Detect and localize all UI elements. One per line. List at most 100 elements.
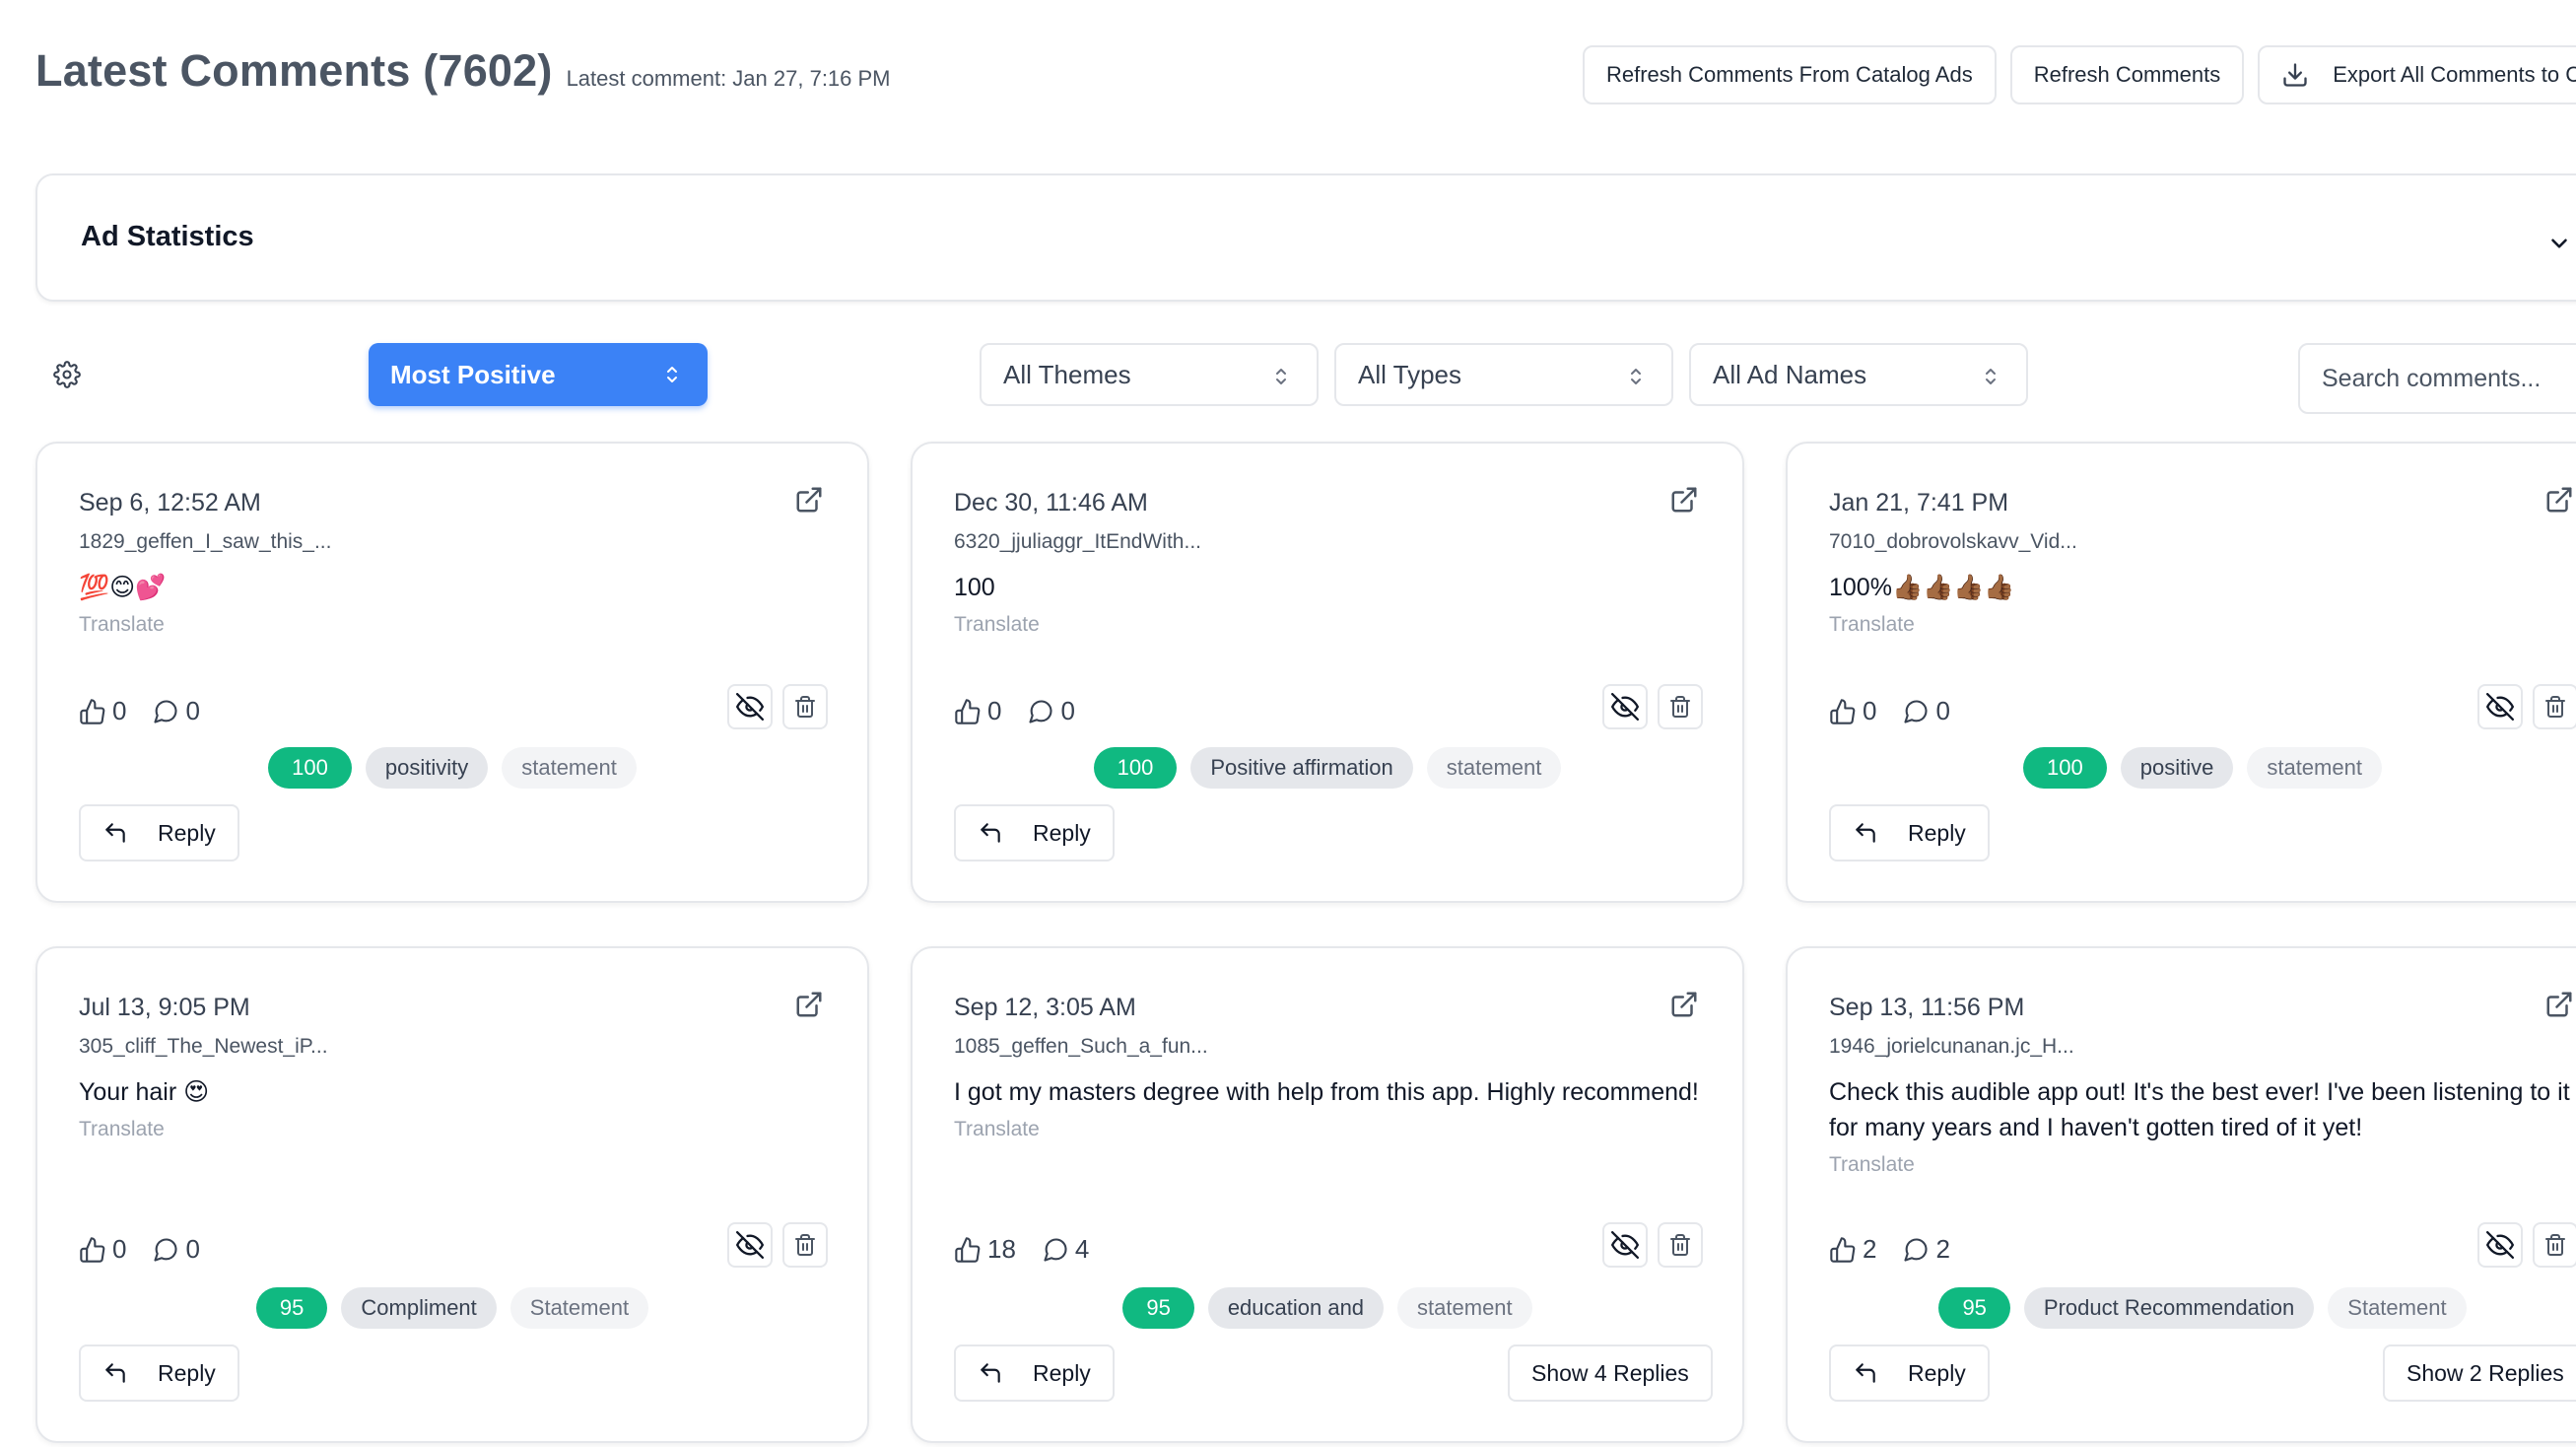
reply-arrow-icon <box>1856 1363 1875 1383</box>
show-replies-button[interactable]: Show 2 Replies <box>2383 1344 2576 1402</box>
thumbs-up-icon[interactable] <box>954 1236 982 1264</box>
types-select[interactable]: All Types <box>1334 343 1673 406</box>
sort-select[interactable]: Most Positive <box>369 343 708 406</box>
thumbs-up-icon[interactable] <box>79 698 106 725</box>
themes-select-value: All Themes <box>1003 359 1131 389</box>
comment-count: 0 <box>185 696 200 725</box>
comment-text: 100%👍🏾👍🏾👍🏾👍🏾 <box>1829 574 2015 601</box>
theme-tag: Positive affirmation <box>1190 747 1413 789</box>
delete-comment-button[interactable] <box>1658 684 1703 729</box>
reply-button[interactable]: Reply <box>1829 804 1990 861</box>
reply-button[interactable]: Reply <box>79 1344 239 1402</box>
show-replies-label: Show 2 Replies <box>2407 1359 2564 1386</box>
hide-comment-button[interactable] <box>2477 684 2523 729</box>
comment-card: Jul 13, 9:05 PM 305_cliff_The_Newest_iP.… <box>35 946 869 1443</box>
hide-comment-button[interactable] <box>1602 684 1648 729</box>
trash-icon <box>1670 696 1690 718</box>
chevron-down-icon[interactable] <box>2546 231 2572 256</box>
reply-arrow-icon <box>981 823 1000 843</box>
reply-button[interactable]: Reply <box>79 804 239 861</box>
thumbs-up-icon[interactable] <box>954 698 982 725</box>
show-replies-button[interactable]: Show 4 Replies <box>1508 1344 1713 1402</box>
reply-label: Reply <box>1908 1359 1966 1386</box>
trash-icon <box>1670 1234 1690 1256</box>
type-tag: statement <box>502 747 637 789</box>
translate-link[interactable]: Translate <box>1829 1147 2576 1183</box>
reply-button[interactable]: Reply <box>954 1344 1115 1402</box>
translate-link[interactable]: Translate <box>954 1112 1703 1147</box>
comment-icon <box>1044 1237 1067 1262</box>
delete-comment-button[interactable] <box>782 684 828 729</box>
delete-comment-button[interactable] <box>2533 1222 2576 1268</box>
external-link-icon[interactable] <box>2544 990 2574 1019</box>
tag-row: 100 Positive affirmation statement <box>913 747 1742 789</box>
comment-date: Sep 6, 12:52 AM <box>79 489 261 517</box>
type-tag: Statement <box>2328 1287 2467 1329</box>
translate-link[interactable]: Translate <box>1829 607 2576 643</box>
delete-comment-button[interactable] <box>2533 684 2576 729</box>
page-header: Latest Comments (7602) Latest comment: J… <box>35 45 891 97</box>
refresh-comments-button[interactable]: Refresh Comments <box>2009 45 2245 104</box>
theme-tag: positivity <box>365 747 489 789</box>
sentiment-score-badge: 95 <box>255 1287 328 1329</box>
external-link-icon[interactable] <box>794 485 824 515</box>
ad-name: 7010_dobrovolskavv_Vid... <box>1829 530 2077 553</box>
eye-off-icon <box>736 1231 764 1259</box>
hide-comment-button[interactable] <box>2477 1222 2523 1268</box>
comment-count: 0 <box>1935 696 1950 725</box>
theme-tag: Compliment <box>341 1287 497 1329</box>
comment-date: Jul 13, 9:05 PM <box>79 994 250 1021</box>
hide-comment-button[interactable] <box>1602 1222 1648 1268</box>
ad-name: 6320_jjuliaggr_ItEndWith... <box>954 530 1201 553</box>
themes-select[interactable]: All Themes <box>980 343 1319 406</box>
sentiment-score-badge: 95 <box>1122 1287 1194 1329</box>
ad-names-select[interactable]: All Ad Names <box>1689 343 2028 406</box>
engagement-stats: 2 2 <box>1829 1234 1976 1265</box>
external-link-icon[interactable] <box>1669 990 1699 1019</box>
search-input[interactable] <box>2298 343 2576 414</box>
refresh-catalog-button[interactable]: Refresh Comments From Catalog Ads <box>1583 45 1997 104</box>
export-csv-button[interactable]: Export All Comments to CSV <box>2258 45 2576 104</box>
comment-count: 2 <box>1935 1234 1950 1264</box>
top-actions: Refresh Comments From Catalog Ads Refres… <box>1583 45 2576 104</box>
delete-comment-button[interactable] <box>782 1222 828 1268</box>
hide-comment-button[interactable] <box>727 684 773 729</box>
reply-label: Reply <box>1908 819 1966 846</box>
sentiment-score-badge: 100 <box>268 747 352 789</box>
hide-comment-button[interactable] <box>727 1222 773 1268</box>
external-link-icon[interactable] <box>794 990 824 1019</box>
external-link-icon[interactable] <box>1669 485 1699 515</box>
delete-comment-button[interactable] <box>1658 1222 1703 1268</box>
eye-off-icon <box>1611 1231 1639 1259</box>
download-icon <box>2283 63 2307 87</box>
like-count: 0 <box>112 1234 127 1264</box>
translate-link[interactable]: Translate <box>954 607 1703 643</box>
external-link-icon[interactable] <box>2544 485 2574 515</box>
reply-button[interactable]: Reply <box>954 804 1115 861</box>
sort-select-value: Most Positive <box>390 359 556 389</box>
export-csv-label: Export All Comments to CSV <box>2333 62 2576 87</box>
types-select-value: All Types <box>1358 359 1462 389</box>
thumbs-up-icon[interactable] <box>79 1236 106 1264</box>
comment-text: Your hair 😍 <box>79 1078 210 1106</box>
translate-link[interactable]: Translate <box>79 1112 828 1147</box>
comment-date: Dec 30, 11:46 AM <box>954 489 1148 517</box>
thumbs-up-icon[interactable] <box>1829 1236 1857 1264</box>
tag-row: 100 positive statement <box>1788 747 2576 789</box>
reply-arrow-icon <box>105 823 125 843</box>
comment-card: Jan 21, 7:41 PM 7010_dobrovolskavv_Vid..… <box>1786 442 2576 903</box>
refresh-catalog-label: Refresh Comments From Catalog Ads <box>1606 62 1973 87</box>
like-count: 0 <box>1863 696 1877 725</box>
reply-button[interactable]: Reply <box>1829 1344 1990 1402</box>
translate-link[interactable]: Translate <box>79 607 828 643</box>
reply-arrow-icon <box>1856 823 1875 843</box>
ad-statistics-panel[interactable]: Ad Statistics <box>35 173 2576 302</box>
ad-name: 1085_geffen_Such_a_fun... <box>954 1035 1208 1058</box>
comment-icon <box>1904 699 1929 724</box>
gear-icon[interactable] <box>53 361 81 388</box>
comment-text-block: 100 Translate <box>954 570 1703 643</box>
comment-card: Sep 12, 3:05 AM 1085_geffen_Such_a_fun..… <box>911 946 1744 1443</box>
comment-text: 100 <box>954 574 995 601</box>
trash-icon <box>2545 696 2565 718</box>
thumbs-up-icon[interactable] <box>1829 698 1857 725</box>
